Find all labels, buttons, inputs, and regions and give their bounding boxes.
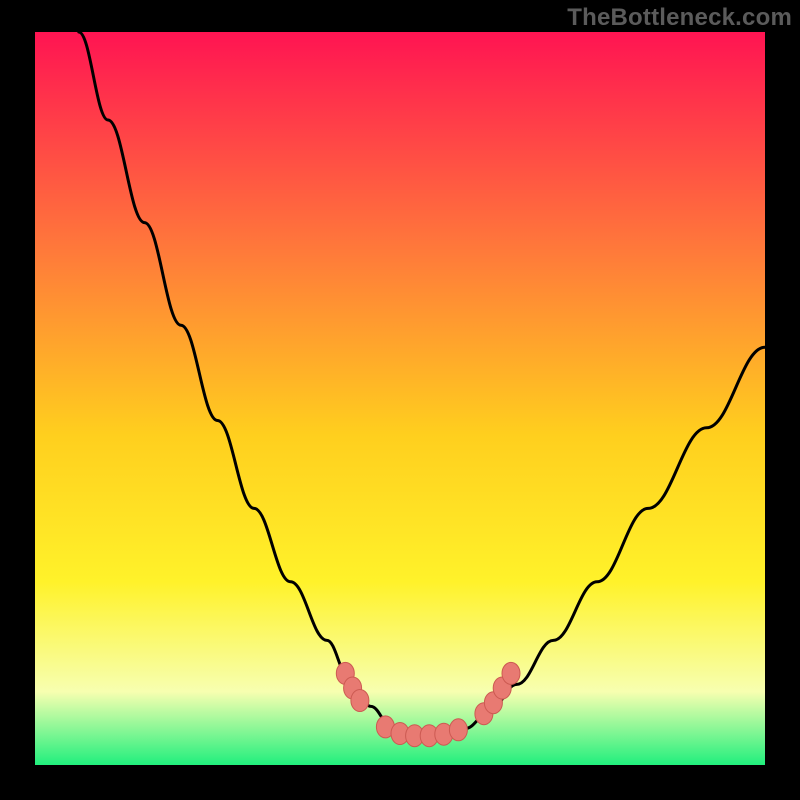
gradient-plot-area — [35, 32, 765, 765]
curve-marker — [351, 690, 369, 712]
chart-svg — [0, 0, 800, 800]
curve-marker — [502, 662, 520, 684]
watermark-text: TheBottleneck.com — [567, 4, 792, 32]
outer-frame: TheBottleneck.com — [0, 0, 800, 800]
curve-marker — [449, 719, 467, 741]
